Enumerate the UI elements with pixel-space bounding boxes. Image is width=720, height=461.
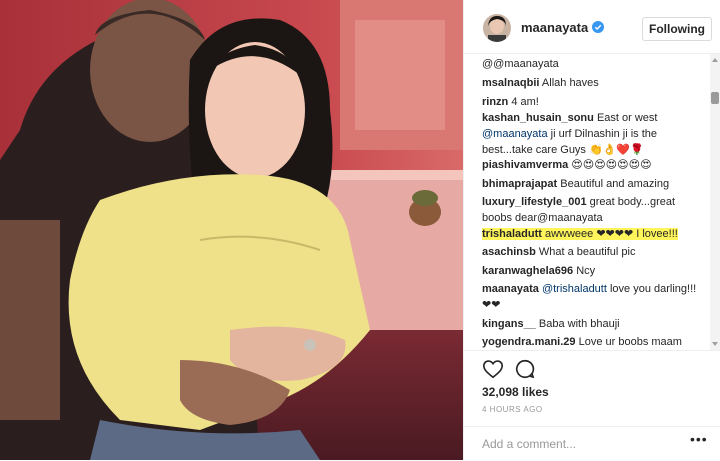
comments-scrollbar[interactable] (710, 54, 720, 350)
comment-text: 😍😍😍😍😍😍😍 (571, 159, 652, 171)
comment-text: East or west (596, 112, 658, 124)
comment-text: Ncy (576, 265, 596, 277)
comment-item: yogendra.mani.29 Love ur boobs maam (482, 334, 704, 350)
post-actions: 32,098 likes 4 HOURS AGO ••• (464, 350, 720, 460)
comment-username[interactable]: piashivamverma (482, 159, 568, 171)
comment-item: maanayata @trishaladutt love you darling… (482, 281, 704, 313)
comment-username[interactable]: kingans__ (482, 318, 536, 330)
comment-item: kashan_husain_sonu East or west @maanaya… (482, 110, 704, 158)
comment-item: karanwaghela696 Ncy (482, 263, 704, 279)
scrollbar-thumb[interactable] (711, 92, 719, 104)
comment-item: piashivamverma 😍😍😍😍😍😍😍 (482, 157, 704, 173)
verified-badge-icon (592, 20, 604, 33)
comment-username[interactable]: msalnaqbii (482, 77, 539, 89)
post-photo[interactable] (0, 0, 463, 460)
comment-item: asachinsb What a beautiful pic (482, 244, 704, 260)
comment-text: 4 am! (511, 96, 539, 108)
comment-username[interactable]: yogendra.mani.29 (482, 336, 576, 348)
comment-bubble-icon[interactable] (514, 358, 536, 380)
comment-item: bhimaprajapat Beautiful and amazing (482, 176, 704, 192)
comment-item: rinzn 4 am! (482, 94, 704, 110)
heart-icon[interactable] (482, 358, 504, 380)
comment-username[interactable]: karanwaghela696 (482, 265, 573, 277)
avatar[interactable] (483, 14, 511, 42)
comment-mention[interactable]: @maanayata (482, 128, 548, 140)
post-photo-image (0, 0, 463, 460)
comment-mention[interactable]: @trishaladutt (542, 283, 607, 295)
comment-text: Baba with bhauji (538, 318, 620, 330)
post-header: maanayata Following (464, 0, 720, 54)
comment-username[interactable]: kashan_husain_sonu (482, 112, 594, 124)
comment-username[interactable]: rinzn (482, 96, 508, 108)
post-side-panel: maanayata Following @@maanayata msalnaqb… (463, 0, 720, 460)
scroll-down-arrow-icon[interactable] (712, 342, 718, 346)
post-username[interactable]: maanayata (521, 20, 588, 35)
comment-item: msalnaqbii Allah haves (482, 75, 704, 91)
more-options-icon[interactable]: ••• (690, 431, 708, 447)
comment-text: Allah haves (541, 77, 599, 89)
comment-item: kingans__ Baba with bhauji (482, 316, 704, 332)
add-comment-bar: ••• (464, 426, 720, 461)
comment-username[interactable]: maanayata (482, 283, 539, 295)
like-count[interactable]: 32,098 likes (482, 385, 549, 399)
comment-username[interactable]: asachinsb (482, 246, 536, 258)
add-comment-input[interactable] (482, 435, 682, 453)
comment-text: Beautiful and amazing (560, 178, 670, 190)
comment-item: trishaladutt awwweee ❤❤❤❤ I lovee!!! (482, 226, 704, 242)
following-button[interactable]: Following (642, 17, 712, 41)
comment-username[interactable]: trishaladutt (482, 228, 542, 240)
comment-text: Love ur boobs maam (578, 336, 682, 348)
comment-username[interactable]: bhimaprajapat (482, 178, 557, 190)
scroll-up-arrow-icon[interactable] (712, 58, 718, 62)
comment-list[interactable]: @@maanayata msalnaqbii Allah haves rinzn… (464, 54, 720, 350)
comment-text: What a beautiful pic (538, 246, 636, 258)
comment-item: @@maanayata (482, 56, 704, 72)
post-timestamp: 4 HOURS AGO (482, 405, 543, 414)
comment-username[interactable]: luxury_lifestyle_001 (482, 196, 587, 208)
comment-text: @@maanayata (482, 58, 559, 70)
comment-item: luxury_lifestyle_001 great body...great … (482, 194, 704, 226)
comment-text: awwweee ❤❤❤❤ I lovee!!! (544, 228, 678, 240)
